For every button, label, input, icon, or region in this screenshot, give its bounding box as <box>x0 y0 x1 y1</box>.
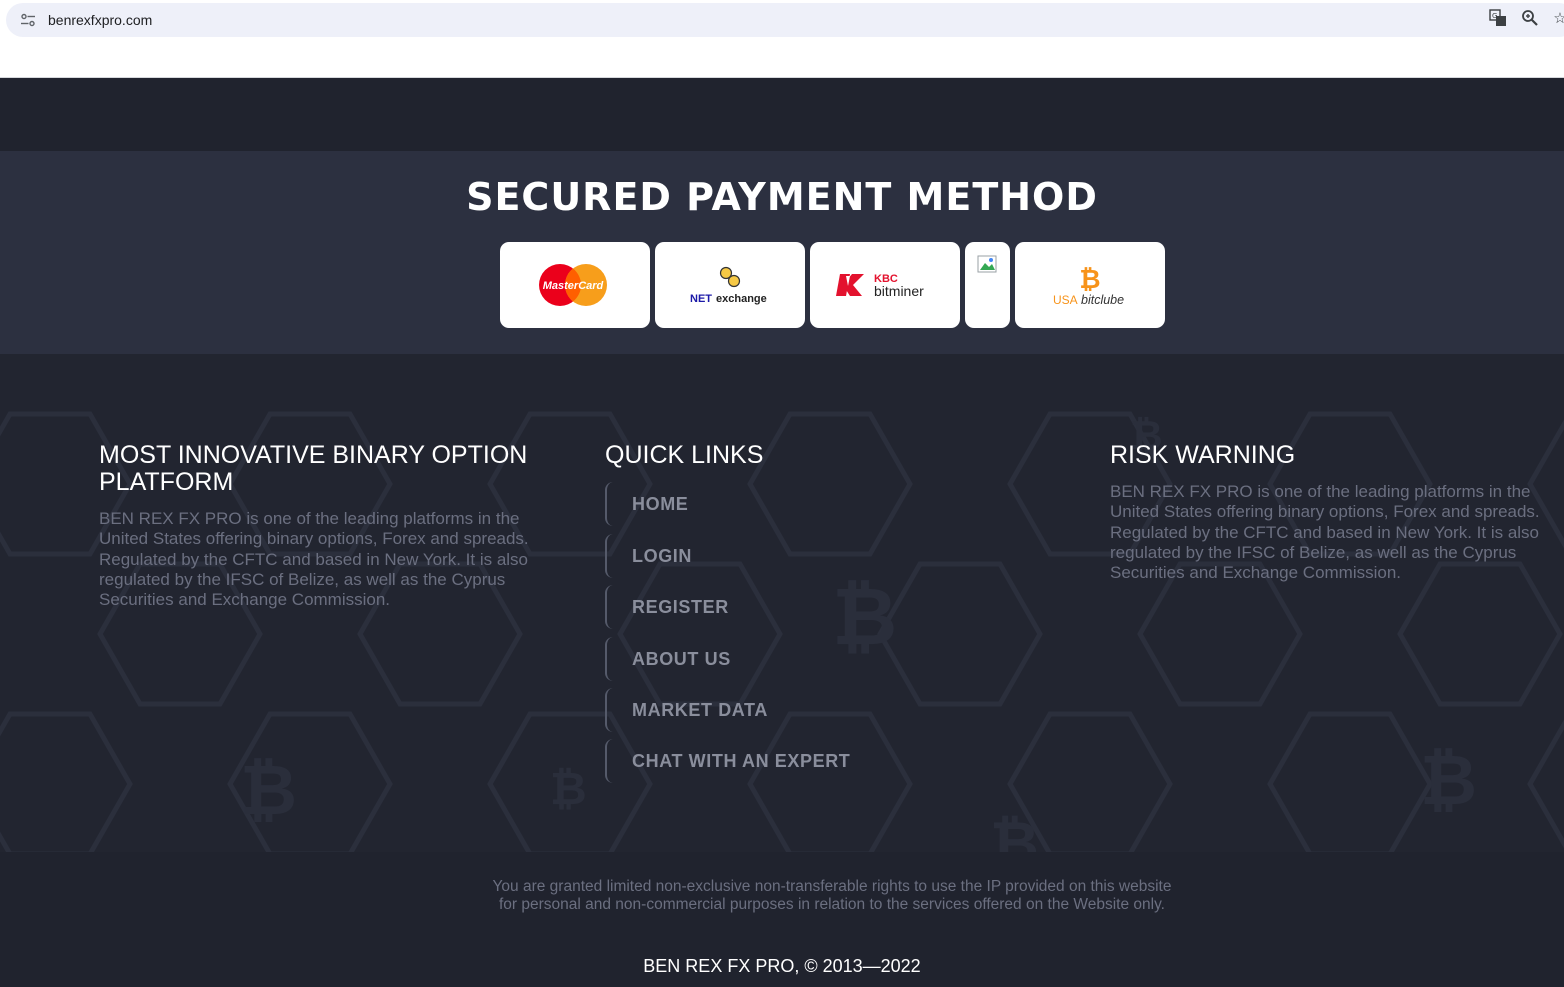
exchange-label: exchange <box>716 293 767 305</box>
quick-link-label: ABOUT US <box>632 649 731 669</box>
payment-card-kbc-bitminer: KBC bitminer <box>810 242 960 328</box>
payment-card-usa-bitclube: ₿ USA bitclube <box>1015 242 1165 328</box>
bitcoin-watermark-icon: ₿ <box>240 749 297 831</box>
risk-warning-title: RISK WARNING <box>1110 441 1296 469</box>
broken-image-icon <box>977 255 997 273</box>
bookmark-star-icon[interactable]: ☆ <box>1550 9 1564 29</box>
mastercard-logo: MasterCard <box>539 264 607 306</box>
zoom-icon[interactable] <box>1520 9 1540 29</box>
quick-link-chat-with-expert[interactable]: CHAT WITH AN EXPERT <box>605 739 905 783</box>
quick-link-label: LOGIN <box>632 546 692 566</box>
quick-link-market-data[interactable]: MARKET DATA <box>605 688 905 732</box>
payment-title: SECURED PAYMENT METHOD <box>466 175 1098 219</box>
bitcoin-watermark-icon: ₿ <box>990 809 1039 852</box>
quick-link-login[interactable]: LOGIN <box>605 534 905 578</box>
net-label: NET <box>690 293 712 305</box>
translate-icon[interactable]: G <box>1488 9 1508 29</box>
url-text: benrexfxpro.com <box>48 12 153 28</box>
address-bar[interactable]: benrexfxpro.com <box>6 3 1564 37</box>
kbc-bitminer-logo: KBC bitminer <box>836 273 924 299</box>
quick-link-home[interactable]: HOME <box>605 482 905 526</box>
quick-link-label: HOME <box>632 494 689 514</box>
quick-links-title: QUICK LINKS <box>605 441 764 469</box>
legal-notice: You are granted limited non-exclusive no… <box>492 878 1172 913</box>
quick-link-register[interactable]: REGISTER <box>605 585 905 629</box>
about-text: BEN REX FX PRO is one of the leading pla… <box>99 509 529 610</box>
site-info-icon[interactable] <box>20 13 36 27</box>
payment-card-broken-image <box>965 242 1010 328</box>
svg-text:G: G <box>1492 12 1497 20</box>
net-exchange-logo: NET exchange <box>690 266 767 305</box>
quick-link-label: CHAT WITH AN EXPERT <box>632 751 851 771</box>
browser-toolbar: benrexfxpro.com G ☆ <box>0 0 1564 78</box>
bitclube-label: bitclube <box>1081 293 1124 307</box>
bitcoin-watermark-icon: ₿ <box>550 762 587 815</box>
quick-link-about-us[interactable]: ABOUT US <box>605 637 905 681</box>
risk-warning-text: BEN REX FX PRO is one of the leading pla… <box>1110 482 1540 583</box>
header-band <box>0 78 1564 151</box>
quick-link-label: REGISTER <box>632 597 729 617</box>
bitcoin-icon: ₿ <box>1079 265 1100 295</box>
about-title: MOST INNOVATIVE BINARY OPTION PLATFORM <box>99 441 528 496</box>
usa-label: USA <box>1053 293 1078 307</box>
copyright: BEN REX FX PRO, © 2013—2022 <box>643 956 921 976</box>
mastercard-label: MasterCard <box>543 280 604 292</box>
usa-bitclube-logo: ₿ USA bitclube <box>1053 265 1124 307</box>
payment-card-mastercard: MasterCard <box>500 242 650 328</box>
quick-link-label: MARKET DATA <box>632 700 768 720</box>
payment-card-net-exchange: NET exchange <box>655 242 805 328</box>
bitcoin-watermark-icon: ₿ <box>1420 739 1477 821</box>
bitminer-label: bitminer <box>874 283 924 299</box>
